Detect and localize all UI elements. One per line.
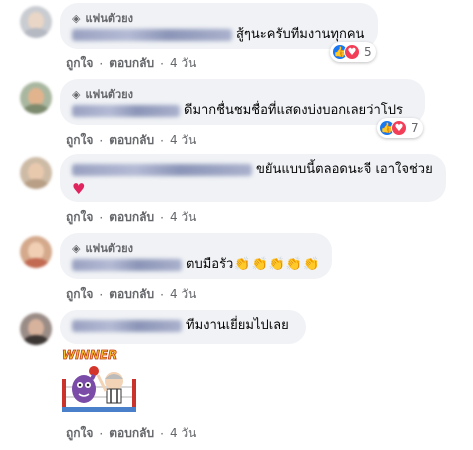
reaction-count: 7 [411,121,419,135]
heart-icon: ♥ [72,180,86,198]
avatar[interactable] [20,157,52,189]
fan-badge[interactable]: ◈ แฟนตัวยง [72,86,413,102]
comment-text: ทีมงานเยี่ยมไปเลย [186,318,289,333]
like-button[interactable]: ถูกใจ [66,424,93,443]
separator: · [160,287,164,302]
timestamp[interactable]: 4 วัน [170,424,196,443]
comment-bubble: ◈ แฟนตัวยง ตบมือรัว 👏 👏 👏 👏 👏 [60,233,332,279]
separator: · [160,133,164,148]
like-button[interactable]: ถูกใจ [66,131,93,150]
fan-badge-label: แฟนตัวยง [85,88,134,101]
commenter-name[interactable] [72,105,180,117]
avatar[interactable] [20,313,52,345]
fan-badge[interactable]: ◈ แฟนตัวยง [72,10,366,26]
boxing-winner-sticker[interactable]: WINNER [60,345,138,415]
separator: · [99,287,104,302]
separator: · [99,210,104,225]
avatar[interactable] [20,82,52,114]
commenter-name[interactable] [72,259,182,271]
commenter-name[interactable] [72,29,232,41]
timestamp[interactable]: 4 วัน [170,131,196,150]
reply-button[interactable]: ตอบกลับ [109,285,154,304]
separator: · [160,56,164,71]
diamond-icon: ◈ [72,11,81,25]
separator: · [99,426,104,441]
diamond-icon: ◈ [72,87,81,101]
like-button[interactable]: ถูกใจ [66,208,93,227]
fan-badge-label: แฟนตัวยง [85,242,134,255]
clapping-hands-icon: 👏 [268,257,285,272]
love-icon: ♥ [391,120,407,136]
clapping-hands-icon: 👏 [251,257,268,272]
clapping-hands-icon: 👏 [234,257,251,272]
commenter-name[interactable] [72,320,182,332]
like-button[interactable]: ถูกใจ [66,285,93,304]
like-button[interactable]: ถูกใจ [66,54,93,73]
separator: · [160,210,164,225]
reply-button[interactable]: ตอบกลับ [109,54,154,73]
timestamp[interactable]: 4 วัน [170,54,196,73]
comment-text: ขยันแบบนี้ตลอดนะจี เอาใจช่วย [256,162,433,177]
comment-text: ดีมากชื่นชมชื่อที่แสดงบ่งบอกเลยว่าโปร [184,103,403,118]
comment-bubble: ◈ แฟนตัวยง สู้ๆนะครับทีมงานทุกคน [60,3,378,49]
reaction-summary[interactable]: 👍 ♥ 7 [377,118,423,138]
comment-bubble: ทีมงานเยี่ยมไปเลย [60,310,306,344]
commenter-name[interactable] [72,164,252,176]
separator: · [99,133,104,148]
reaction-count: 5 [364,45,372,59]
separator: · [99,56,104,71]
avatar[interactable] [20,6,52,38]
love-icon: ♥ [344,44,360,60]
reply-button[interactable]: ตอบกลับ [109,424,154,443]
reply-button[interactable]: ตอบกลับ [109,131,154,150]
reply-button[interactable]: ตอบกลับ [109,208,154,227]
timestamp[interactable]: 4 วัน [170,208,196,227]
reaction-summary[interactable]: 👍 ♥ 5 [330,42,376,62]
comment-bubble: ขยันแบบนี้ตลอดนะจี เอาใจช่วย ♥ [60,154,446,202]
comment-bubble: ◈ แฟนตัวยง ดีมากชื่นชมชื่อที่แสดงบ่งบอกเ… [60,79,425,125]
separator: · [160,426,164,441]
clapping-hands-icon: 👏 [285,257,303,272]
sticker-text: WINNER [62,348,117,362]
diamond-icon: ◈ [72,241,81,255]
fan-badge-label: แฟนตัวยง [85,12,134,25]
timestamp[interactable]: 4 วัน [170,285,196,304]
fan-badge[interactable]: ◈ แฟนตัวยง [72,240,320,256]
avatar[interactable] [20,236,52,268]
comment-text: ตบมือรัว [186,257,234,272]
clapping-hands-icon: 👏 [303,257,320,272]
